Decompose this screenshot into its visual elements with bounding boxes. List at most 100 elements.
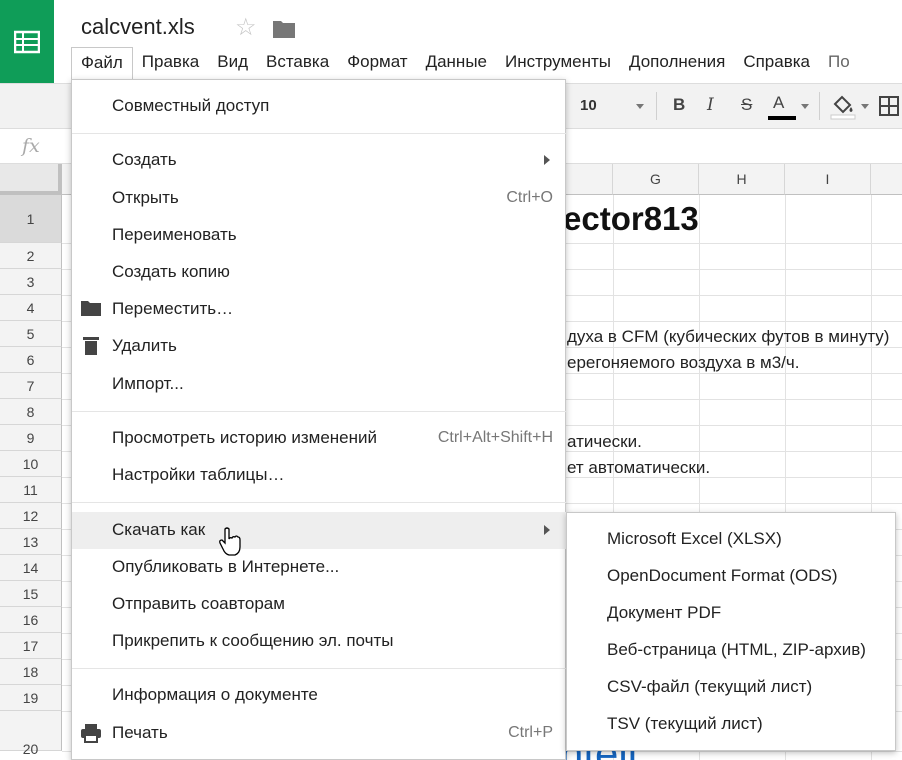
submenu-arrow-icon <box>544 525 550 535</box>
menu-item-email-attachment[interactable]: Прикрепить к сообщению эл. почты <box>72 623 566 660</box>
menu-bar: Файл Правка Вид Вставка Формат Данные Ин… <box>71 47 859 79</box>
download-html[interactable]: Веб-страница (HTML, ZIP-архив) <box>567 632 895 669</box>
menu-item-label: Удалить <box>112 336 177 355</box>
menu-item-history[interactable]: Просмотреть историю изменений Ctrl+Alt+Sh… <box>72 420 566 457</box>
menu-item-open[interactable]: Открыть Ctrl+O <box>72 180 566 217</box>
borders-icon[interactable] <box>879 96 899 121</box>
row-header-12[interactable]: 12 <box>0 503 62 529</box>
document-title[interactable]: calcvent.xls <box>81 14 195 40</box>
row-header-20[interactable]: 20 <box>0 711 62 757</box>
text-color-swatch <box>768 116 796 120</box>
menu-view[interactable]: Вид <box>208 47 257 77</box>
menu-item-label: Информация о документе <box>112 685 318 704</box>
menu-last-edit[interactable]: По <box>819 47 859 77</box>
download-tsv[interactable]: TSV (текущий лист) <box>567 706 895 743</box>
menu-item-label: Создать <box>112 150 177 169</box>
menu-divider <box>72 502 566 503</box>
strikethrough-button[interactable]: S <box>741 95 752 115</box>
chevron-down-icon[interactable] <box>801 104 809 109</box>
download-submenu: Microsoft Excel (XLSX) OpenDocument Form… <box>566 512 896 751</box>
row-header-2[interactable]: 2 <box>0 243 62 269</box>
select-all-corner[interactable] <box>0 164 62 195</box>
row-header-16[interactable]: 16 <box>0 607 62 633</box>
submenu-item-label: OpenDocument Format (ODS) <box>607 566 838 585</box>
toolbar-divider <box>656 92 657 120</box>
menu-data[interactable]: Данные <box>417 47 496 77</box>
submenu-item-label: Microsoft Excel (XLSX) <box>607 529 782 548</box>
folder-icon <box>80 299 102 319</box>
text-color-button[interactable]: A <box>773 93 784 113</box>
menu-item-new[interactable]: Создать <box>72 142 566 179</box>
bold-button[interactable]: B <box>673 95 685 115</box>
menu-divider <box>72 411 566 412</box>
menu-file[interactable]: Файл <box>71 47 133 79</box>
menu-item-email-collaborators[interactable]: Отправить соавторам <box>72 586 566 623</box>
row-header-7[interactable]: 7 <box>0 373 62 399</box>
download-xlsx[interactable]: Microsoft Excel (XLSX) <box>567 521 895 558</box>
row-header-3[interactable]: 3 <box>0 269 62 295</box>
cell-text-row6[interactable]: ерегоняемого воздуха в м3/ч. <box>567 353 799 373</box>
column-header[interactable] <box>871 164 902 195</box>
column-header-h[interactable]: H <box>699 164 785 195</box>
folder-icon[interactable] <box>272 19 296 44</box>
menu-tools[interactable]: Инструменты <box>496 47 620 77</box>
row-header-13[interactable]: 13 <box>0 529 62 555</box>
italic-button[interactable]: I <box>707 95 714 115</box>
download-pdf[interactable]: Документ PDF <box>567 595 895 632</box>
menu-item-publish[interactable]: Опубликовать в Интернете... <box>72 549 566 586</box>
menu-item-settings[interactable]: Настройки таблицы… <box>72 457 566 494</box>
menu-edit[interactable]: Правка <box>133 47 208 77</box>
column-header-g[interactable]: G <box>613 164 699 195</box>
row-header-10[interactable]: 10 <box>0 451 62 477</box>
row-header-1[interactable]: 1 <box>0 195 62 243</box>
menu-item-print[interactable]: Печать Ctrl+P <box>72 715 566 752</box>
submenu-item-label: Веб-страница (HTML, ZIP-архив) <box>607 640 866 659</box>
row-header-18[interactable]: 18 <box>0 659 62 685</box>
row-header-14[interactable]: 14 <box>0 555 62 581</box>
column-header-i[interactable]: I <box>785 164 871 195</box>
shortcut-label: Ctrl+O <box>506 189 553 206</box>
menu-item-download[interactable]: Скачать как <box>72 512 566 549</box>
row-header-19[interactable]: 19 <box>0 685 62 711</box>
menu-item-import[interactable]: Импорт... <box>72 366 566 403</box>
star-icon[interactable]: ☆ <box>235 13 257 42</box>
chevron-down-icon[interactable] <box>861 104 869 109</box>
download-ods[interactable]: OpenDocument Format (ODS) <box>567 558 895 595</box>
row-header-17[interactable]: 17 <box>0 633 62 659</box>
cell-text-row5[interactable]: духа в CFM (кубических футов в минуту) <box>567 327 889 347</box>
row-header-6[interactable]: 6 <box>0 347 62 373</box>
row-header-15[interactable]: 15 <box>0 581 62 607</box>
fx-icon: fx <box>22 135 40 157</box>
cell-text-row10[interactable]: ет автоматически. <box>567 458 710 478</box>
menu-item-move[interactable]: Переместить… <box>72 291 566 328</box>
submenu-item-label: Документ PDF <box>607 603 722 622</box>
chevron-down-icon[interactable] <box>636 104 644 109</box>
sheets-logo-icon[interactable] <box>0 0 54 83</box>
menu-item-doc-info[interactable]: Информация о документе <box>72 677 566 714</box>
menu-item-rename[interactable]: Переименовать <box>72 217 566 254</box>
submenu-item-label: CSV-файл (текущий лист) <box>607 677 813 696</box>
row-header-5[interactable]: 5 <box>0 321 62 347</box>
menu-format[interactable]: Формат <box>338 47 416 77</box>
download-csv[interactable]: CSV-файл (текущий лист) <box>567 669 895 706</box>
row-header-8[interactable]: 8 <box>0 399 62 425</box>
menu-item-label: Настройки таблицы… <box>112 465 285 484</box>
fill-color-icon[interactable] <box>830 94 856 125</box>
menu-item-delete[interactable]: Удалить <box>72 328 566 365</box>
menu-item-share[interactable]: Совместный доступ <box>72 88 566 125</box>
cell-text-row9[interactable]: атически. <box>567 432 642 452</box>
font-size-select[interactable]: 10 <box>580 97 597 114</box>
row-header-9[interactable]: 9 <box>0 425 62 451</box>
menu-addons[interactable]: Дополнения <box>620 47 734 77</box>
menu-item-copy[interactable]: Создать копию <box>72 254 566 291</box>
submenu-arrow-icon <box>544 155 550 165</box>
menu-insert[interactable]: Вставка <box>257 47 338 77</box>
menu-item-label: Открыть <box>112 188 179 207</box>
hand-cursor-icon <box>218 527 244 562</box>
cell-title-text[interactable]: ector813 <box>563 200 699 238</box>
submenu-item-label: TSV (текущий лист) <box>607 714 763 733</box>
row-header-11[interactable]: 11 <box>0 477 62 503</box>
menu-item-label: Скачать как <box>112 520 206 539</box>
menu-help[interactable]: Справка <box>734 47 819 77</box>
row-header-4[interactable]: 4 <box>0 295 62 321</box>
